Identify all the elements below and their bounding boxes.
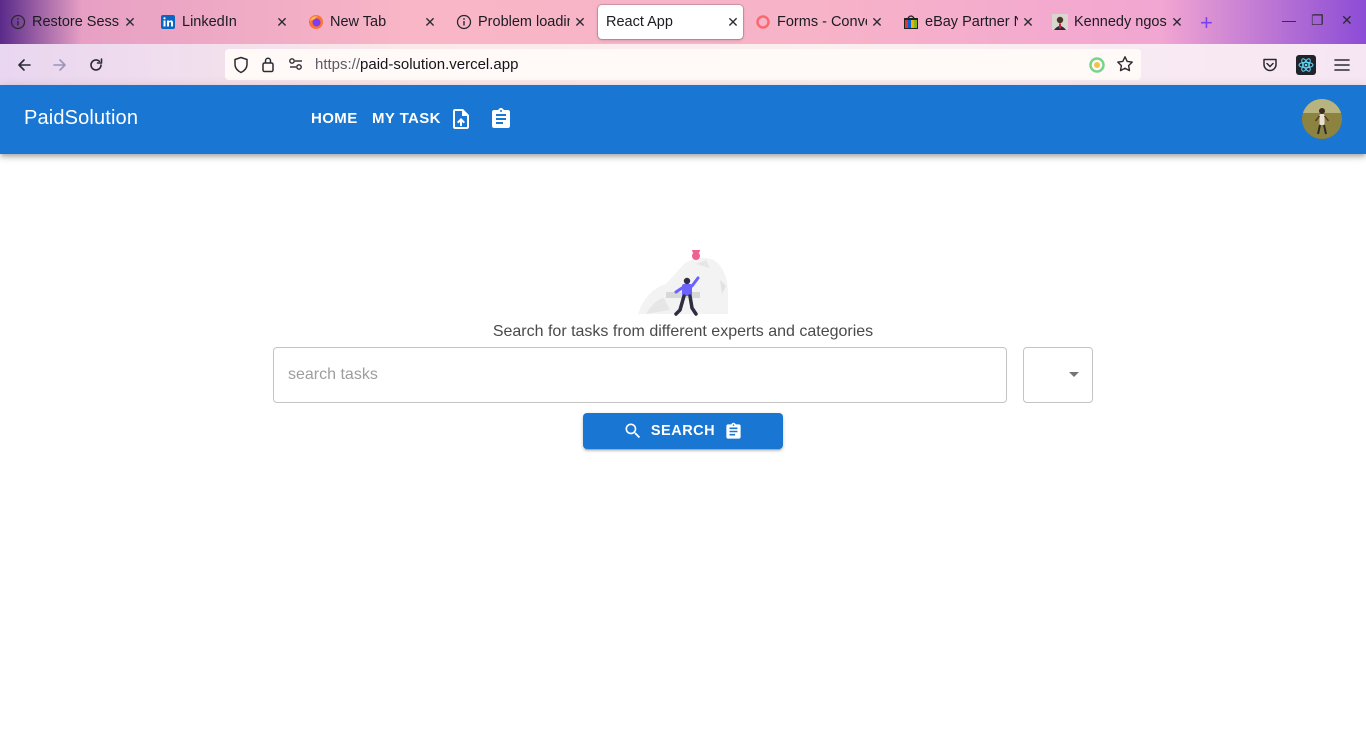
- forward-icon[interactable]: [49, 54, 71, 76]
- tab-react-app[interactable]: React App ✕: [598, 5, 743, 39]
- reload-icon[interactable]: [85, 54, 107, 76]
- window-close-icon[interactable]: ✕: [1341, 12, 1353, 29]
- url-protocol: https://: [315, 56, 361, 73]
- close-icon[interactable]: ✕: [570, 14, 590, 31]
- extension-ring-icon[interactable]: [1088, 56, 1106, 79]
- tab-title: React App: [606, 14, 673, 30]
- tab-restore-session[interactable]: Restore Session ✕: [0, 5, 140, 39]
- tab-title: eBay Partner Network: [925, 14, 1018, 30]
- search-button[interactable]: SEARCH: [583, 413, 783, 449]
- pocket-icon[interactable]: [1259, 54, 1281, 76]
- tab-title: Kennedy ngosa: [1074, 14, 1167, 30]
- clipboard-icon[interactable]: [489, 107, 513, 131]
- tab-title: LinkedIn: [182, 14, 237, 30]
- profile-photo-icon: [1052, 14, 1068, 30]
- tab-linkedin[interactable]: LinkedIn ✕: [150, 5, 292, 39]
- browser-tab-strip: Restore Session ✕ LinkedIn ✕ New Tab ✕ P…: [0, 0, 1366, 44]
- tab-forms-convertkit[interactable]: Forms - Convertkit ✕: [745, 5, 887, 39]
- url-host: paid-solution.vercel.app: [360, 56, 519, 73]
- nav-my-task-link[interactable]: MY TASK: [372, 110, 441, 127]
- restore-icon[interactable]: ❐: [1311, 12, 1324, 29]
- close-icon[interactable]: ✕: [420, 14, 440, 31]
- react-devtools-icon[interactable]: [1295, 54, 1317, 76]
- search-icon: [623, 421, 643, 441]
- firefox-icon: [308, 14, 324, 30]
- brand-logo-text[interactable]: PaidSolution: [24, 107, 138, 130]
- search-button-label: SEARCH: [650, 423, 716, 439]
- bookmark-star-icon[interactable]: [1116, 55, 1134, 78]
- back-icon[interactable]: [13, 54, 35, 76]
- close-icon[interactable]: ✕: [1167, 14, 1187, 31]
- tab-problem-loading[interactable]: Problem loading page ✕: [446, 5, 590, 39]
- search-input[interactable]: [273, 347, 1007, 403]
- upload-file-icon[interactable]: [449, 107, 473, 131]
- info-icon: [10, 14, 26, 30]
- tab-title: Restore Session: [32, 14, 120, 30]
- clipboard-icon: [723, 421, 743, 441]
- tab-title: New Tab: [330, 14, 387, 30]
- permissions-icon[interactable]: [288, 57, 304, 76]
- new-tab-icon[interactable]: +: [1200, 10, 1213, 36]
- chevron-down-icon: [1069, 372, 1079, 377]
- app-header: PaidSolution HOME MY TASK: [0, 85, 1366, 154]
- convertkit-icon: [755, 14, 771, 30]
- url-text[interactable]: https://paid-solution.vercel.app: [315, 56, 518, 73]
- linkedin-icon: [160, 14, 176, 30]
- tab-ebay-partner[interactable]: eBay Partner Network ✕: [893, 5, 1038, 39]
- browser-toolbar: https://paid-solution.vercel.app: [0, 44, 1366, 85]
- close-icon[interactable]: ✕: [723, 14, 743, 31]
- shield-icon[interactable]: [233, 56, 249, 79]
- minimize-icon[interactable]: —: [1282, 12, 1296, 28]
- category-select[interactable]: [1023, 347, 1093, 403]
- tab-kennedy-ngosa[interactable]: Kennedy ngosa ✕: [1042, 5, 1187, 39]
- tab-title: Forms - Convertkit: [777, 14, 867, 30]
- close-icon[interactable]: ✕: [1018, 14, 1038, 31]
- ebay-icon: [903, 14, 919, 30]
- hero-illustration: [636, 246, 730, 320]
- close-icon[interactable]: ✕: [867, 14, 887, 31]
- close-icon[interactable]: ✕: [272, 14, 292, 31]
- tab-title: Problem loading page: [478, 14, 570, 30]
- address-bar[interactable]: https://paid-solution.vercel.app: [225, 49, 1141, 80]
- menu-icon[interactable]: [1331, 54, 1353, 76]
- tab-new-tab[interactable]: New Tab ✕: [298, 5, 440, 39]
- user-avatar[interactable]: [1302, 99, 1342, 139]
- lock-icon[interactable]: [261, 56, 275, 78]
- info-icon: [456, 14, 472, 30]
- search-subtitle: Search for tasks from different experts …: [492, 323, 874, 340]
- close-icon[interactable]: ✕: [120, 14, 140, 31]
- nav-home-link[interactable]: HOME: [311, 110, 358, 127]
